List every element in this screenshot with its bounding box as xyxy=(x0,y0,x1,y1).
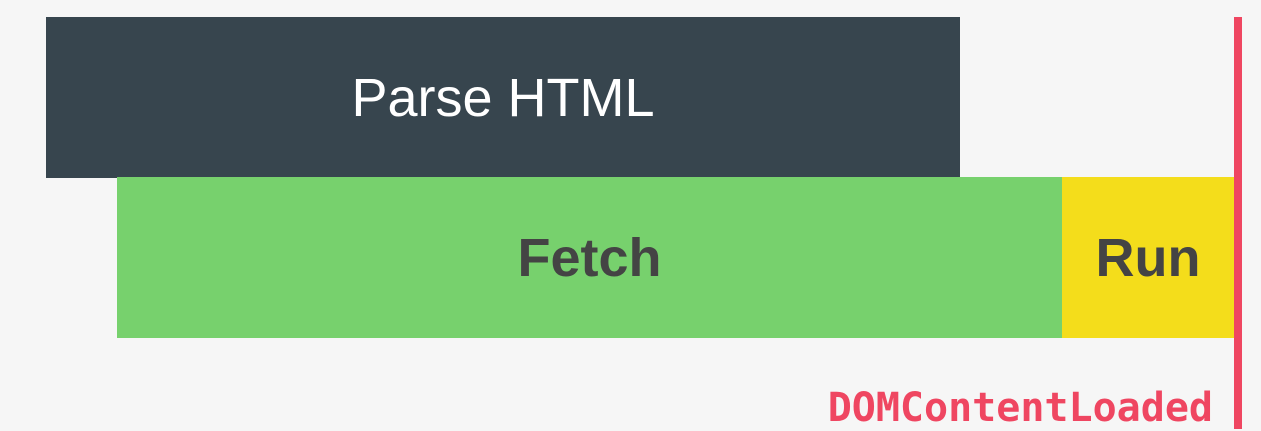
parse-html-label: Parse HTML xyxy=(351,67,655,128)
parse-html-bar: Parse HTML xyxy=(46,17,960,178)
fetch-label: Fetch xyxy=(517,227,662,288)
domcontentloaded-marker-line xyxy=(1234,17,1242,429)
run-label: Run xyxy=(1095,227,1201,288)
run-bar: Run xyxy=(1062,177,1234,338)
domcontentloaded-label: DOMContentLoaded xyxy=(827,385,1213,431)
fetch-bar: Fetch xyxy=(117,177,1062,338)
timeline-diagram: { "bars": { "parse": { "label": "Parse H… xyxy=(0,0,1261,429)
